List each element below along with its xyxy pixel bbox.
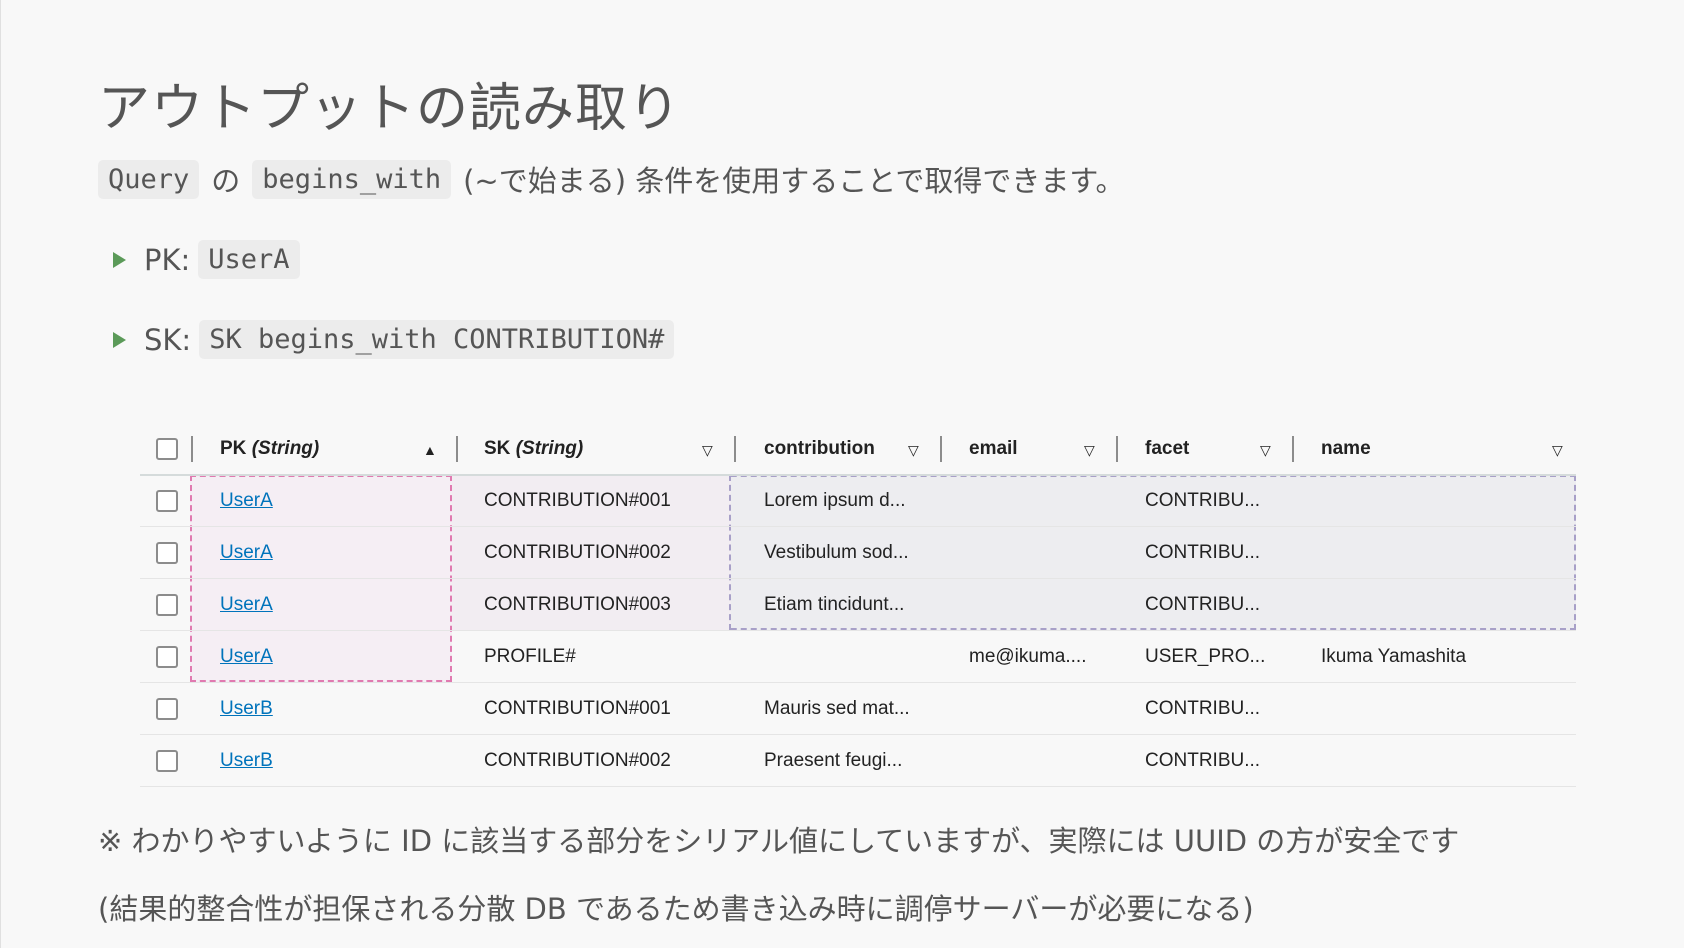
code-begins-with: begins_with <box>252 159 452 199</box>
column-header-pk-type: (String) <box>251 438 320 459</box>
email-cell: me@ikuma.... <box>969 646 1087 667</box>
sort-ascending-icon[interactable]: ▲ <box>423 442 437 458</box>
bullet-pk: PK: UserA <box>113 240 300 279</box>
column-header-name[interactable]: name <box>1321 438 1371 460</box>
pk-link[interactable]: UserB <box>220 698 273 720</box>
column-header-email[interactable]: email <box>969 438 1018 460</box>
column-divider[interactable] <box>734 436 736 462</box>
lead-text: Query の begins_with (~で始まる) 条件を使用することで取得… <box>98 158 1125 200</box>
bullet-triangle-icon <box>113 331 126 348</box>
column-divider[interactable] <box>1292 436 1294 462</box>
table-header: PK (String) ▲ SK (String) ▽ contribution… <box>140 424 1576 476</box>
column-divider[interactable] <box>456 436 458 462</box>
column-header-pk-label: PK <box>220 438 247 459</box>
sk-cell: PROFILE# <box>484 646 576 667</box>
column-divider[interactable] <box>1116 436 1118 462</box>
table-row: UserA CONTRIBUTION#002 Vestibulum sod...… <box>140 527 1576 579</box>
column-header-sk-label: SK <box>484 438 511 459</box>
bullet-sk: SK: SK begins_with CONTRIBUTION# <box>113 320 675 359</box>
bullet-sk-label: SK: <box>144 322 192 357</box>
table-row: UserA PROFILE# me@ikuma.... USER_PRO... … <box>140 631 1576 683</box>
slide: アウトプットの読み取り Query の begins_with (~で始まる) … <box>0 0 1684 948</box>
pk-link[interactable]: UserB <box>220 750 273 772</box>
bullet-pk-label: PK: <box>144 242 191 277</box>
code-query: Query <box>98 159 200 199</box>
select-all-checkbox[interactable] <box>156 438 178 460</box>
contribution-cell: Lorem ipsum d... <box>764 490 906 511</box>
row-checkbox[interactable] <box>156 698 178 720</box>
lead-particle: の <box>211 164 241 198</box>
note-line-1: ※ わかりやすいように ID に該当する部分をシリアル値にしていますが、実際には… <box>98 824 1460 858</box>
filter-icon[interactable]: ▽ <box>1084 442 1095 459</box>
row-checkbox[interactable] <box>156 542 178 564</box>
column-header-sk[interactable]: SK (String) <box>484 438 583 460</box>
facet-cell: CONTRIBU... <box>1145 542 1261 563</box>
filter-icon[interactable]: ▽ <box>702 442 713 459</box>
row-checkbox[interactable] <box>156 490 178 512</box>
sk-cell: CONTRIBUTION#002 <box>484 542 671 563</box>
bullet-sk-code: SK begins_with CONTRIBUTION# <box>199 320 675 359</box>
contribution-cell: Etiam tincidunt... <box>764 594 905 615</box>
facet-cell: CONTRIBU... <box>1145 698 1261 719</box>
row-checkbox[interactable] <box>156 750 178 772</box>
page-title: アウトプットの読み取り <box>98 79 682 139</box>
column-header-pk[interactable]: PK (String) <box>220 438 319 460</box>
sk-cell: CONTRIBUTION#001 <box>484 490 671 511</box>
sk-cell: CONTRIBUTION#001 <box>484 698 671 719</box>
facet-cell: CONTRIBU... <box>1145 750 1261 771</box>
column-divider[interactable] <box>940 436 942 462</box>
sk-cell: CONTRIBUTION#002 <box>484 750 671 771</box>
filter-icon[interactable]: ▽ <box>1260 442 1271 459</box>
bullet-pk-code: UserA <box>198 240 300 279</box>
pk-link[interactable]: UserA <box>220 490 273 512</box>
facet-cell: USER_PRO... <box>1145 646 1266 667</box>
contribution-cell: Mauris sed mat... <box>764 698 910 719</box>
row-checkbox[interactable] <box>156 646 178 668</box>
facet-cell: CONTRIBU... <box>1145 490 1261 511</box>
contribution-cell: Vestibulum sod... <box>764 542 909 563</box>
column-header-contribution[interactable]: contribution <box>764 438 875 460</box>
pk-link[interactable]: UserA <box>220 594 273 616</box>
table-row: UserB CONTRIBUTION#002 Praesent feugi...… <box>140 735 1576 787</box>
name-cell: Ikuma Yamashita <box>1321 646 1467 667</box>
pk-link[interactable]: UserA <box>220 542 273 564</box>
filter-icon[interactable]: ▽ <box>1552 442 1563 459</box>
lead-rest: (~で始まる) 条件を使用することで取得できます。 <box>463 164 1125 198</box>
note-line-2: (結果的整合性が担保される分散 DB であるため書き込み時に調停サーバーが必要に… <box>98 892 1254 926</box>
bullet-triangle-icon <box>113 251 126 268</box>
table-row: UserB CONTRIBUTION#001 Mauris sed mat...… <box>140 683 1576 735</box>
facet-cell: CONTRIBU... <box>1145 594 1261 615</box>
column-divider[interactable] <box>191 436 193 462</box>
contribution-cell: Praesent feugi... <box>764 750 903 771</box>
table-row: UserA CONTRIBUTION#001 Lorem ipsum d... … <box>140 475 1576 527</box>
row-checkbox[interactable] <box>156 594 178 616</box>
pk-link[interactable]: UserA <box>220 646 273 668</box>
column-header-facet[interactable]: facet <box>1145 438 1189 460</box>
table-row: UserA CONTRIBUTION#003 Etiam tincidunt..… <box>140 579 1576 631</box>
filter-icon[interactable]: ▽ <box>908 442 919 459</box>
sk-cell: CONTRIBUTION#003 <box>484 594 671 615</box>
column-header-sk-type: (String) <box>515 438 584 459</box>
